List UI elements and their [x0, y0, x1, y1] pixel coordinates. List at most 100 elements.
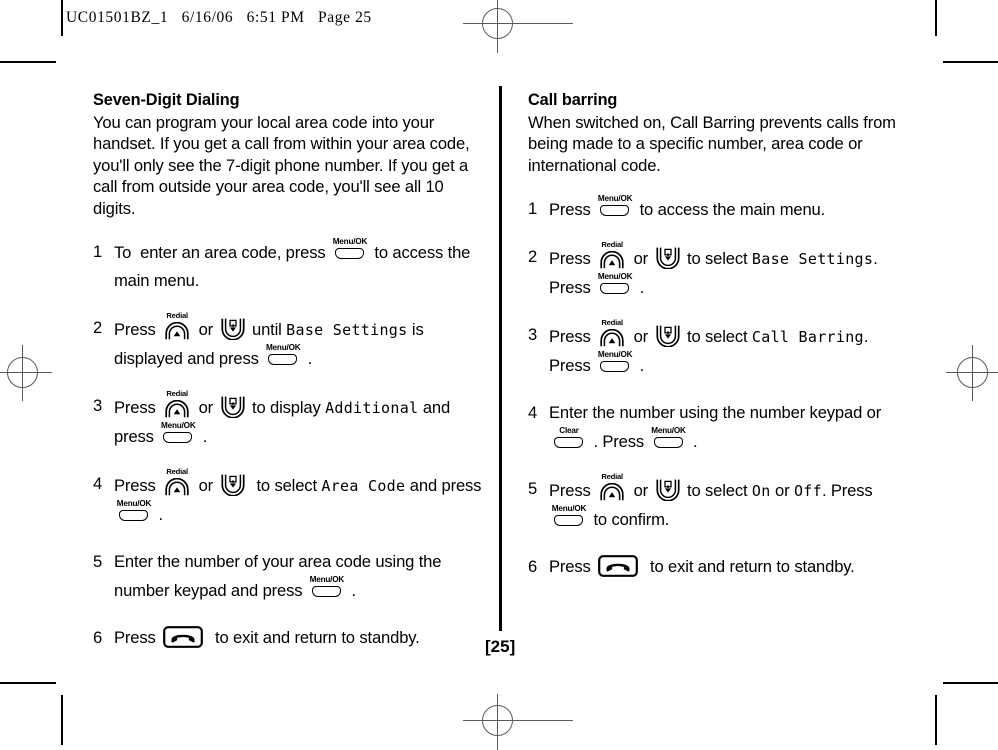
- lcd-display-text: Base Settings: [751, 250, 874, 268]
- softkey-cap-shape: [554, 437, 583, 448]
- step-item: 1 To enter an area code, press Menu/OK to…: [93, 237, 483, 295]
- column-divider: [499, 86, 502, 631]
- step-item: 4 Press Redial or to select Area Code and…: [93, 467, 486, 529]
- softkey-label: Menu/OK: [651, 426, 686, 435]
- step-item: 5 Enter the number of your area code usin…: [93, 548, 483, 605]
- step-number: 6: [93, 628, 103, 647]
- softkey-cap-shape: [163, 432, 193, 443]
- end-call-key-icon: [598, 555, 639, 577]
- step-text: Press: [549, 557, 596, 576]
- step-text: to select: [247, 476, 322, 495]
- step-text: Press: [114, 628, 161, 647]
- step-item: 6 Press to exit and return to standby.: [93, 624, 483, 652]
- step-item: 1 Press Menu/OK to access the main menu.: [528, 194, 903, 224]
- menu-ok-softkey-icon: Menu/OK: [116, 499, 152, 524]
- step-number: 4: [93, 474, 103, 493]
- registration-mark-right: [946, 345, 998, 401]
- softkey-label: Clear: [559, 426, 579, 435]
- down-key-icon: [220, 393, 246, 419]
- menu-ok-softkey-icon: Menu/OK: [651, 426, 687, 451]
- step-number: 3: [93, 396, 103, 415]
- registration-mark-bottom: [463, 694, 573, 750]
- lcd-display-text: Additional: [325, 399, 419, 417]
- right-section-title: Call barring: [528, 91, 618, 109]
- down-key-icon: [655, 322, 681, 348]
- step-text: .: [635, 356, 645, 375]
- step-number: 5: [93, 552, 103, 571]
- left-intro-paragraph: You can program your local area code int…: [93, 112, 470, 218]
- step-text: Press: [549, 249, 596, 268]
- step-text: To enter an area code, press: [114, 243, 330, 262]
- step-item: 3 Press Redial or to select Call Barring.…: [528, 318, 903, 380]
- menu-ok-softkey-icon: Menu/OK: [309, 575, 345, 600]
- softkey-cap-shape: [334, 248, 364, 259]
- redial-label: Redial: [166, 467, 188, 476]
- step-item: 3 Press Redial or to display Additional a…: [93, 390, 483, 451]
- redial-label: Redial: [601, 318, 623, 327]
- step-text: Press: [114, 320, 161, 339]
- step-text: to select: [682, 327, 752, 346]
- step-text: Press: [549, 200, 596, 219]
- softkey-cap-shape: [554, 515, 583, 526]
- crop-mark-top-left-horizontal: [0, 61, 56, 63]
- redial-up-key-icon: Redial: [597, 318, 627, 347]
- crop-mark-top-right-vertical: [935, 0, 937, 36]
- redial-up-key-icon: Redial: [162, 390, 192, 418]
- softkey-label: Menu/OK: [597, 350, 633, 359]
- step-text: or: [629, 249, 653, 268]
- step-text: .: [303, 349, 313, 368]
- step-item: 2 Press Redial or until Base Settings is …: [93, 312, 483, 373]
- step-text: to select: [682, 481, 752, 500]
- step-text: or: [194, 320, 218, 339]
- step-number: 1: [93, 242, 103, 261]
- step-text: or: [194, 476, 218, 495]
- step-text: or: [770, 481, 794, 500]
- redial-up-key-icon: Redial: [597, 473, 627, 501]
- step-number: 3: [528, 325, 538, 344]
- right-steps-list: 1 Press Menu/OK to access the main menu. 2…: [528, 194, 903, 581]
- right-intro-paragraph: When switched on, Call Barring prevents …: [528, 112, 896, 175]
- redial-up-key-icon: Redial: [162, 312, 192, 340]
- step-text: to select: [682, 249, 752, 268]
- right-column: Call barring When switched on, Call Barr…: [528, 90, 903, 581]
- softkey-label: Menu/OK: [116, 499, 152, 508]
- softkey-label: Menu/OK: [597, 194, 633, 203]
- step-text: .: [635, 278, 645, 297]
- lcd-display-text: Area Code: [321, 477, 406, 495]
- softkey-label: Menu/OK: [309, 575, 345, 584]
- step-text: and press: [405, 476, 486, 495]
- lcd-display-text: Off: [793, 482, 822, 500]
- step-text: or: [629, 481, 653, 500]
- redial-up-key-icon: Redial: [162, 467, 192, 496]
- step-number: 5: [528, 479, 538, 498]
- left-section-title: Seven-Digit Dialing: [93, 91, 240, 109]
- registration-mark-top: [463, 0, 573, 53]
- menu-ok-softkey-icon: Menu/OK: [597, 272, 633, 297]
- step-item: 6 Press to exit and return to standby.: [528, 553, 903, 581]
- step-number: 2: [93, 318, 103, 337]
- step-text: Press: [549, 327, 596, 346]
- step-item: 5 Press Redial or to select On or Off. Pr…: [528, 473, 903, 534]
- menu-ok-softkey-icon: Menu/OK: [160, 421, 196, 446]
- left-column: Seven-Digit Dialing You can program your…: [93, 90, 483, 652]
- redial-up-key-icon: Redial: [597, 241, 627, 269]
- step-number: 1: [528, 199, 538, 218]
- softkey-cap-shape: [311, 586, 341, 597]
- softkey-cap-shape: [268, 354, 298, 365]
- step-text: .: [346, 581, 356, 600]
- step-text: Enter the number using the number keypad…: [549, 403, 886, 422]
- end-call-key-icon: [163, 626, 204, 648]
- step-text: .: [688, 432, 698, 451]
- softkey-cap-shape: [600, 283, 630, 294]
- step-text: to confirm.: [589, 510, 670, 529]
- softkey-label: Menu/OK: [551, 504, 587, 513]
- lcd-display-text: Call Barring: [751, 328, 864, 346]
- step-number: 4: [528, 403, 538, 422]
- crop-mark-top-right-horizontal: [943, 61, 998, 63]
- menu-ok-softkey-icon: Menu/OK: [265, 343, 301, 368]
- softkey-cap-shape: [119, 510, 148, 521]
- down-key-icon: [655, 244, 681, 270]
- softkey-label: Menu/OK: [265, 343, 301, 352]
- step-text: Press: [549, 481, 596, 500]
- step-text: or: [629, 327, 653, 346]
